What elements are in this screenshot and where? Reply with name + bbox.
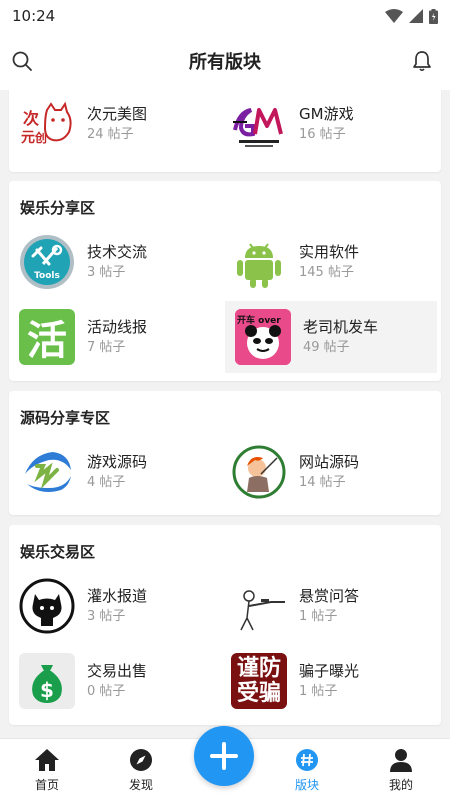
game-source-icon [19, 444, 75, 500]
board-name: 交易出售 [87, 662, 148, 680]
board-item-fraud[interactable]: 谨防受骗 骗子曝光 1 帖子 [221, 645, 433, 717]
bell-icon[interactable] [410, 49, 434, 73]
board-post-count: 145 帖子 [299, 265, 354, 280]
board-item-activity[interactable]: 活 活动线报 7 帖子 [9, 301, 221, 373]
board-item-software[interactable]: 实用软件 145 帖子 [221, 226, 433, 298]
panda-overlay-text: 开车 over [237, 316, 281, 326]
board-item-game-source[interactable]: 游戏源码 4 帖子 [9, 436, 221, 508]
add-post-button[interactable] [194, 726, 254, 786]
nav-discover[interactable]: 发现 [96, 739, 186, 800]
status-bar: 10:24 [0, 0, 450, 32]
board-post-count: 3 帖子 [87, 265, 126, 280]
board-post-count: 0 帖子 [87, 684, 126, 699]
nav-label: 首页 [34, 777, 59, 792]
panda-icon: 开车 over [235, 309, 291, 365]
board-name: 网站源码 [299, 453, 360, 471]
section-title: 源码分享专区 [20, 409, 111, 427]
board-item-tech[interactable]: Tools 技术交流 3 帖子 [9, 226, 221, 298]
section-card: 源码分享专区 游戏源码 4 帖子 网站源码 14 帖子 [9, 391, 441, 515]
svg-text:元: 元 [21, 130, 35, 146]
gm-creative-icon [231, 96, 287, 152]
section-card: 次元创 次元美图 24 帖子 GM游戏 16 帖子 [9, 90, 441, 172]
board-item-anime[interactable]: 次元创 次元美图 24 帖子 [9, 90, 221, 160]
board-item-driver[interactable]: 开车 over 老司机发车 49 帖子 [225, 301, 437, 373]
header: 所有版块 [0, 32, 450, 90]
android-icon [231, 234, 287, 290]
board-name: GM游戏 [299, 105, 354, 123]
section-card: 娱乐分享区 Tools 技术交流 3 帖子 实用软件 145 帖子 活 活动线报… [9, 181, 441, 381]
board-name: 次元美图 [87, 105, 148, 123]
home-icon [35, 748, 59, 771]
anti-fraud-icon: 谨防受骗 [231, 653, 287, 709]
nav-label: 发现 [128, 777, 153, 792]
board-post-count: 24 帖子 [87, 127, 134, 142]
board-post-count: 16 帖子 [299, 127, 346, 142]
battery-icon [429, 8, 438, 24]
nav-home[interactable]: 首页 [2, 739, 92, 800]
tools-icon: Tools [19, 234, 75, 290]
section-title: 娱乐分享区 [20, 199, 96, 217]
board-post-count: 14 帖子 [299, 475, 346, 490]
money-bag-icon: $ [19, 653, 75, 709]
board-post-count: 7 帖子 [87, 340, 126, 355]
page-title: 所有版块 [189, 52, 261, 73]
section-card: 娱乐交易区 灌水报道 3 帖子 悬赏问答 1 帖子 $ 交易出售 0 帖子 谨防… [9, 525, 441, 725]
anti-fraud-glyph: 谨防受骗 [236, 656, 281, 706]
board-post-count: 3 帖子 [87, 609, 126, 624]
board-item-gm-game[interactable]: GM游戏 16 帖子 [221, 90, 433, 160]
hashtag-icon [296, 748, 318, 771]
section-title: 娱乐交易区 [20, 543, 96, 561]
board-name: 骗子曝光 [299, 662, 360, 680]
plus-icon [210, 742, 238, 770]
board-post-count: 4 帖子 [87, 475, 126, 490]
huo-glyph: 活 [27, 318, 67, 364]
board-name: 活动线报 [87, 318, 148, 336]
board-item-bounty[interactable]: 悬赏问答 1 帖子 [221, 570, 433, 642]
board-item-trade[interactable]: $ 交易出售 0 帖子 [9, 645, 221, 717]
person-icon [390, 748, 412, 772]
board-name: 悬赏问答 [299, 587, 360, 605]
nav-mine[interactable]: 我的 [356, 739, 446, 800]
svg-text:Tools: Tools [34, 271, 60, 281]
board-item-web-source[interactable]: 网站源码 14 帖子 [221, 436, 433, 508]
board-post-count: 1 帖子 [299, 684, 338, 699]
svg-text:次: 次 [23, 109, 39, 128]
search-icon[interactable] [10, 49, 34, 73]
sniper-icon [231, 578, 287, 634]
github-cat-icon [19, 578, 75, 634]
svg-text:$: $ [40, 678, 54, 702]
nav-boards[interactable]: 版块 [262, 739, 352, 800]
wifi-icon [385, 9, 403, 23]
board-name: 灌水报道 [87, 587, 148, 605]
board-name: 老司机发车 [303, 318, 379, 336]
status-time: 10:24 [12, 7, 56, 25]
nav-label: 版块 [294, 777, 319, 792]
nav-label: 我的 [388, 777, 413, 792]
board-item-water[interactable]: 灌水报道 3 帖子 [9, 570, 221, 642]
signal-icon [409, 9, 423, 23]
status-icons [385, 8, 438, 24]
anime-icon: 次元创 [19, 96, 75, 152]
board-name: 技术交流 [87, 243, 148, 261]
web-source-icon [231, 444, 287, 500]
board-name: 实用软件 [299, 243, 360, 261]
board-list: 次元创 次元美图 24 帖子 GM游戏 16 帖子 娱乐分享区 Tools 技术… [0, 90, 450, 738]
board-post-count: 1 帖子 [299, 609, 338, 624]
board-post-count: 49 帖子 [303, 340, 350, 355]
huo-icon: 活 [19, 309, 75, 365]
board-name: 游戏源码 [87, 453, 148, 471]
compass-icon [130, 748, 152, 771]
